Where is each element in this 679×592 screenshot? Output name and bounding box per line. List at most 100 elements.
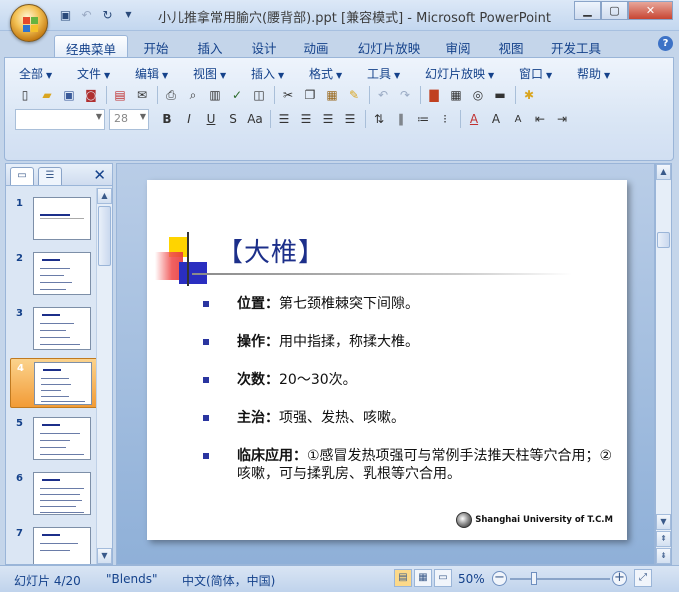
- slide-thumbnail[interactable]: 3: [10, 304, 98, 354]
- increase-indent-icon[interactable]: ⇥: [552, 109, 572, 129]
- next-slide-icon[interactable]: ⇟: [656, 548, 671, 564]
- research-icon[interactable]: ▥: [205, 85, 225, 105]
- justify-icon[interactable]: ☰: [340, 109, 360, 129]
- bullets-icon[interactable]: ⁝: [435, 109, 455, 129]
- close-button[interactable]: ✕: [628, 1, 673, 20]
- redo-icon[interactable]: ↻: [100, 7, 115, 22]
- spelling-icon[interactable]: ✓: [227, 85, 247, 105]
- save-icon[interactable]: ▣: [58, 7, 73, 22]
- tab-view[interactable]: 视图: [491, 35, 531, 57]
- normal-view-icon[interactable]: ▤: [394, 569, 412, 587]
- tab-insert[interactable]: 插入: [190, 35, 230, 57]
- undo-icon[interactable]: ↶: [373, 85, 393, 105]
- chart-icon[interactable]: ▇: [424, 85, 444, 105]
- tab-home[interactable]: 开始: [136, 35, 176, 57]
- undo-icon[interactable]: ↶: [79, 7, 94, 22]
- email-icon[interactable]: ✉: [132, 85, 152, 105]
- scroll-down-icon[interactable]: ▼: [97, 548, 112, 564]
- increase-font-icon[interactable]: A: [486, 109, 506, 129]
- zoom-in-icon[interactable]: +: [612, 571, 627, 586]
- tab-animation[interactable]: 动画: [296, 35, 336, 57]
- previous-slide-icon[interactable]: ⇞: [656, 531, 671, 547]
- slide-thumbnail[interactable]: 1: [10, 194, 98, 244]
- menu-help[interactable]: 帮助 ▼: [577, 65, 610, 82]
- slide-thumbnail[interactable]: 6: [10, 469, 98, 519]
- slides-tab[interactable]: ▭: [10, 167, 34, 185]
- menu-insert[interactable]: 插入 ▼: [251, 65, 284, 82]
- decrease-font-icon[interactable]: A: [508, 109, 528, 129]
- menu-edit[interactable]: 编辑 ▼: [135, 65, 168, 82]
- maximize-button[interactable]: ▢: [601, 1, 628, 20]
- menu-tools[interactable]: 工具 ▼: [367, 65, 400, 82]
- slide-title[interactable]: 【大椎】: [217, 232, 325, 269]
- language-indicator[interactable]: 中文(简体，中国): [182, 572, 275, 589]
- align-center-icon[interactable]: ☰: [296, 109, 316, 129]
- align-left-icon[interactable]: ☰: [274, 109, 294, 129]
- scroll-thumb[interactable]: [98, 206, 111, 266]
- customize-qat-icon[interactable]: ▼: [121, 7, 136, 22]
- editor-scrollbar[interactable]: ▲ ▼ ⇞ ⇟: [655, 163, 672, 565]
- slide-thumbnail[interactable]: 7: [10, 524, 98, 564]
- thesaurus-icon[interactable]: ◫: [249, 85, 269, 105]
- menu-window[interactable]: 窗口 ▼: [519, 65, 552, 82]
- menu-all[interactable]: 全部 ▼: [19, 65, 52, 82]
- scroll-up-icon[interactable]: ▲: [97, 188, 112, 204]
- zoom-slider-thumb[interactable]: [531, 572, 537, 585]
- cut-icon[interactable]: ✂: [278, 85, 298, 105]
- zoom-out-icon[interactable]: −: [492, 571, 507, 586]
- export-pdf-icon[interactable]: ▤: [110, 85, 130, 105]
- new-slide-icon[interactable]: ✱: [519, 85, 539, 105]
- slide-thumbnail[interactable]: 2: [10, 249, 98, 299]
- redo-icon[interactable]: ↷: [395, 85, 415, 105]
- office-button[interactable]: [10, 4, 48, 42]
- thumbnail-scrollbar[interactable]: ▲ ▼: [96, 188, 112, 564]
- table-icon[interactable]: ▦: [446, 85, 466, 105]
- menu-file[interactable]: 文件 ▼: [77, 65, 110, 82]
- font-name-combo[interactable]: ▼: [15, 108, 105, 130]
- text-direction-icon[interactable]: ⇅: [369, 109, 389, 129]
- tab-classic-menu[interactable]: 经典菜单: [54, 35, 128, 57]
- font-color-icon[interactable]: A: [464, 109, 484, 129]
- new-icon[interactable]: ▯: [15, 85, 35, 105]
- copy-icon[interactable]: ❐: [300, 85, 320, 105]
- bold-icon[interactable]: B: [157, 109, 177, 129]
- scroll-thumb[interactable]: [657, 232, 670, 248]
- menu-slideshow[interactable]: 幻灯片放映 ▼: [425, 65, 494, 82]
- outline-tab[interactable]: ☰: [38, 167, 62, 185]
- permission-icon[interactable]: ◙: [81, 85, 101, 105]
- decrease-indent-icon[interactable]: ⇤: [530, 109, 550, 129]
- open-icon[interactable]: ▰: [37, 85, 57, 105]
- tab-review[interactable]: 审阅: [438, 35, 478, 57]
- help-icon[interactable]: ?: [658, 36, 673, 51]
- format-painter-icon[interactable]: ✎: [344, 85, 364, 105]
- menu-format[interactable]: 格式 ▼: [309, 65, 342, 82]
- hyperlink-icon[interactable]: ◎: [468, 85, 488, 105]
- columns-icon[interactable]: ∥: [391, 109, 411, 129]
- zoom-level[interactable]: 50%: [458, 572, 485, 586]
- tab-developer[interactable]: 开发工具: [544, 35, 608, 57]
- slide-thumbnail[interactable]: 5: [10, 414, 98, 464]
- zoom-slider-track[interactable]: [510, 578, 610, 580]
- italic-icon[interactable]: I: [179, 109, 199, 129]
- print-preview-icon[interactable]: ⌕: [183, 85, 203, 105]
- slide-sorter-icon[interactable]: ▦: [414, 569, 432, 587]
- slide-body[interactable]: 位置：第七颈椎棘突下间隙。 操作：用中指揉，称揉大椎。 次数：20～30次。 主…: [203, 295, 613, 503]
- minimize-button[interactable]: ▁: [574, 1, 601, 20]
- change-case-icon[interactable]: Aa: [245, 109, 265, 129]
- underline-icon[interactable]: U: [201, 109, 221, 129]
- slide-thumbnail-selected[interactable]: 4: [10, 358, 98, 408]
- font-size-combo[interactable]: 28 ▼: [109, 108, 149, 130]
- scroll-up-icon[interactable]: ▲: [656, 164, 671, 180]
- close-icon[interactable]: ✕: [93, 166, 106, 184]
- scroll-down-icon[interactable]: ▼: [656, 514, 671, 530]
- shadow-icon[interactable]: S: [223, 109, 243, 129]
- color-grayscale-icon[interactable]: ▬: [490, 85, 510, 105]
- paste-icon[interactable]: ▦: [322, 85, 342, 105]
- align-right-icon[interactable]: ☰: [318, 109, 338, 129]
- current-slide[interactable]: 【大椎】 位置：第七颈椎棘突下间隙。 操作：用中指揉，称揉大椎。 次数：20～3…: [147, 180, 627, 540]
- print-icon[interactable]: ⎙: [161, 85, 181, 105]
- tab-slideshow[interactable]: 幻灯片放映: [351, 35, 427, 57]
- menu-view[interactable]: 视图 ▼: [193, 65, 226, 82]
- fit-to-window-icon[interactable]: ⤢: [634, 569, 652, 587]
- slideshow-view-icon[interactable]: ▭: [434, 569, 452, 587]
